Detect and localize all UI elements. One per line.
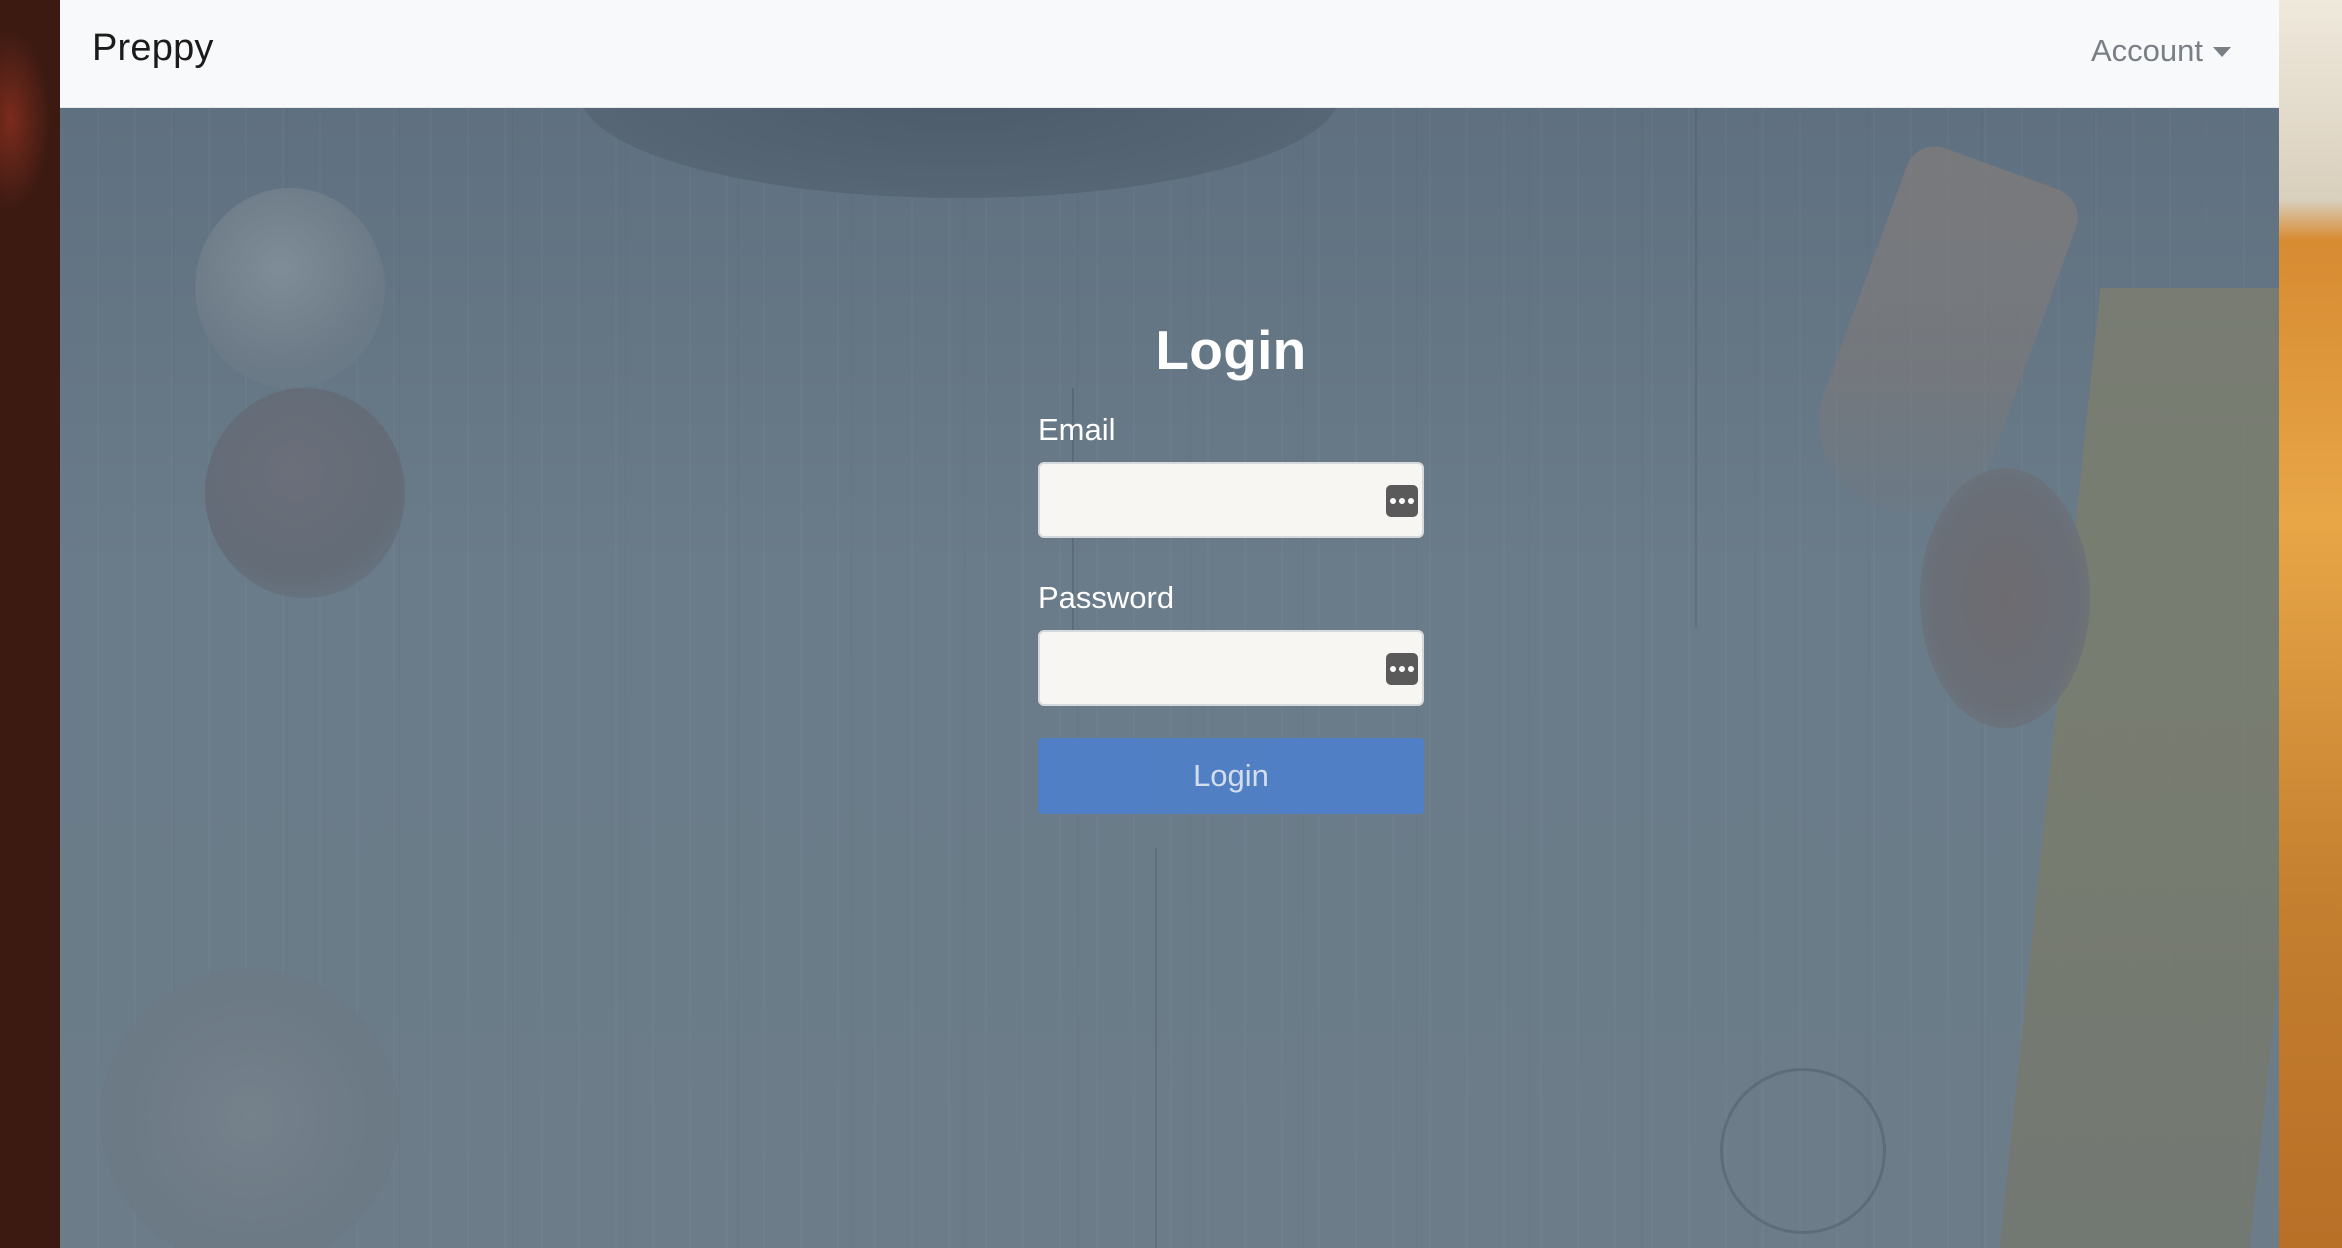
background-knife-shape — [1793, 138, 2087, 538]
account-dropdown[interactable]: Account — [2091, 33, 2231, 69]
brand-logo[interactable]: Preppy — [92, 27, 214, 70]
login-heading: Login — [1155, 319, 1307, 381]
wood-crack — [1695, 108, 1697, 628]
caret-down-icon — [2213, 47, 2231, 57]
login-button[interactable]: Login — [1038, 738, 1424, 814]
background-onion-shape — [195, 188, 385, 388]
wood-crack — [1155, 848, 1157, 1248]
password-label: Password — [1038, 580, 1175, 615]
keychain-autofill-icon[interactable] — [1386, 485, 1418, 517]
food-photo-left-edge — [0, 0, 60, 1248]
background-cutting-board-shape — [1999, 288, 2279, 1248]
background-wood-knot — [1720, 1068, 1886, 1234]
top-navbar: Preppy Account — [60, 0, 2279, 108]
background-spoon-shape — [1920, 468, 2090, 728]
email-field[interactable] — [1040, 464, 1422, 536]
login-form: Login Email Password Login — [1038, 318, 1424, 814]
background-pot-shape — [580, 108, 1340, 198]
keychain-autofill-icon[interactable] — [1386, 653, 1418, 685]
email-label: Email — [1038, 412, 1116, 447]
account-dropdown-label: Account — [2090, 33, 2203, 68]
background-onion-shape — [205, 388, 405, 598]
food-photo-right-edge — [2278, 0, 2342, 1248]
app-frame: Preppy Account Login Email Password Logi… — [60, 0, 2279, 1248]
background-pasta-shape — [100, 968, 400, 1248]
main-content: Login Email Password Login — [60, 108, 2279, 1248]
email-field-wrapper — [1038, 462, 1424, 538]
password-field[interactable] — [1040, 632, 1422, 704]
password-field-wrapper — [1038, 630, 1424, 706]
